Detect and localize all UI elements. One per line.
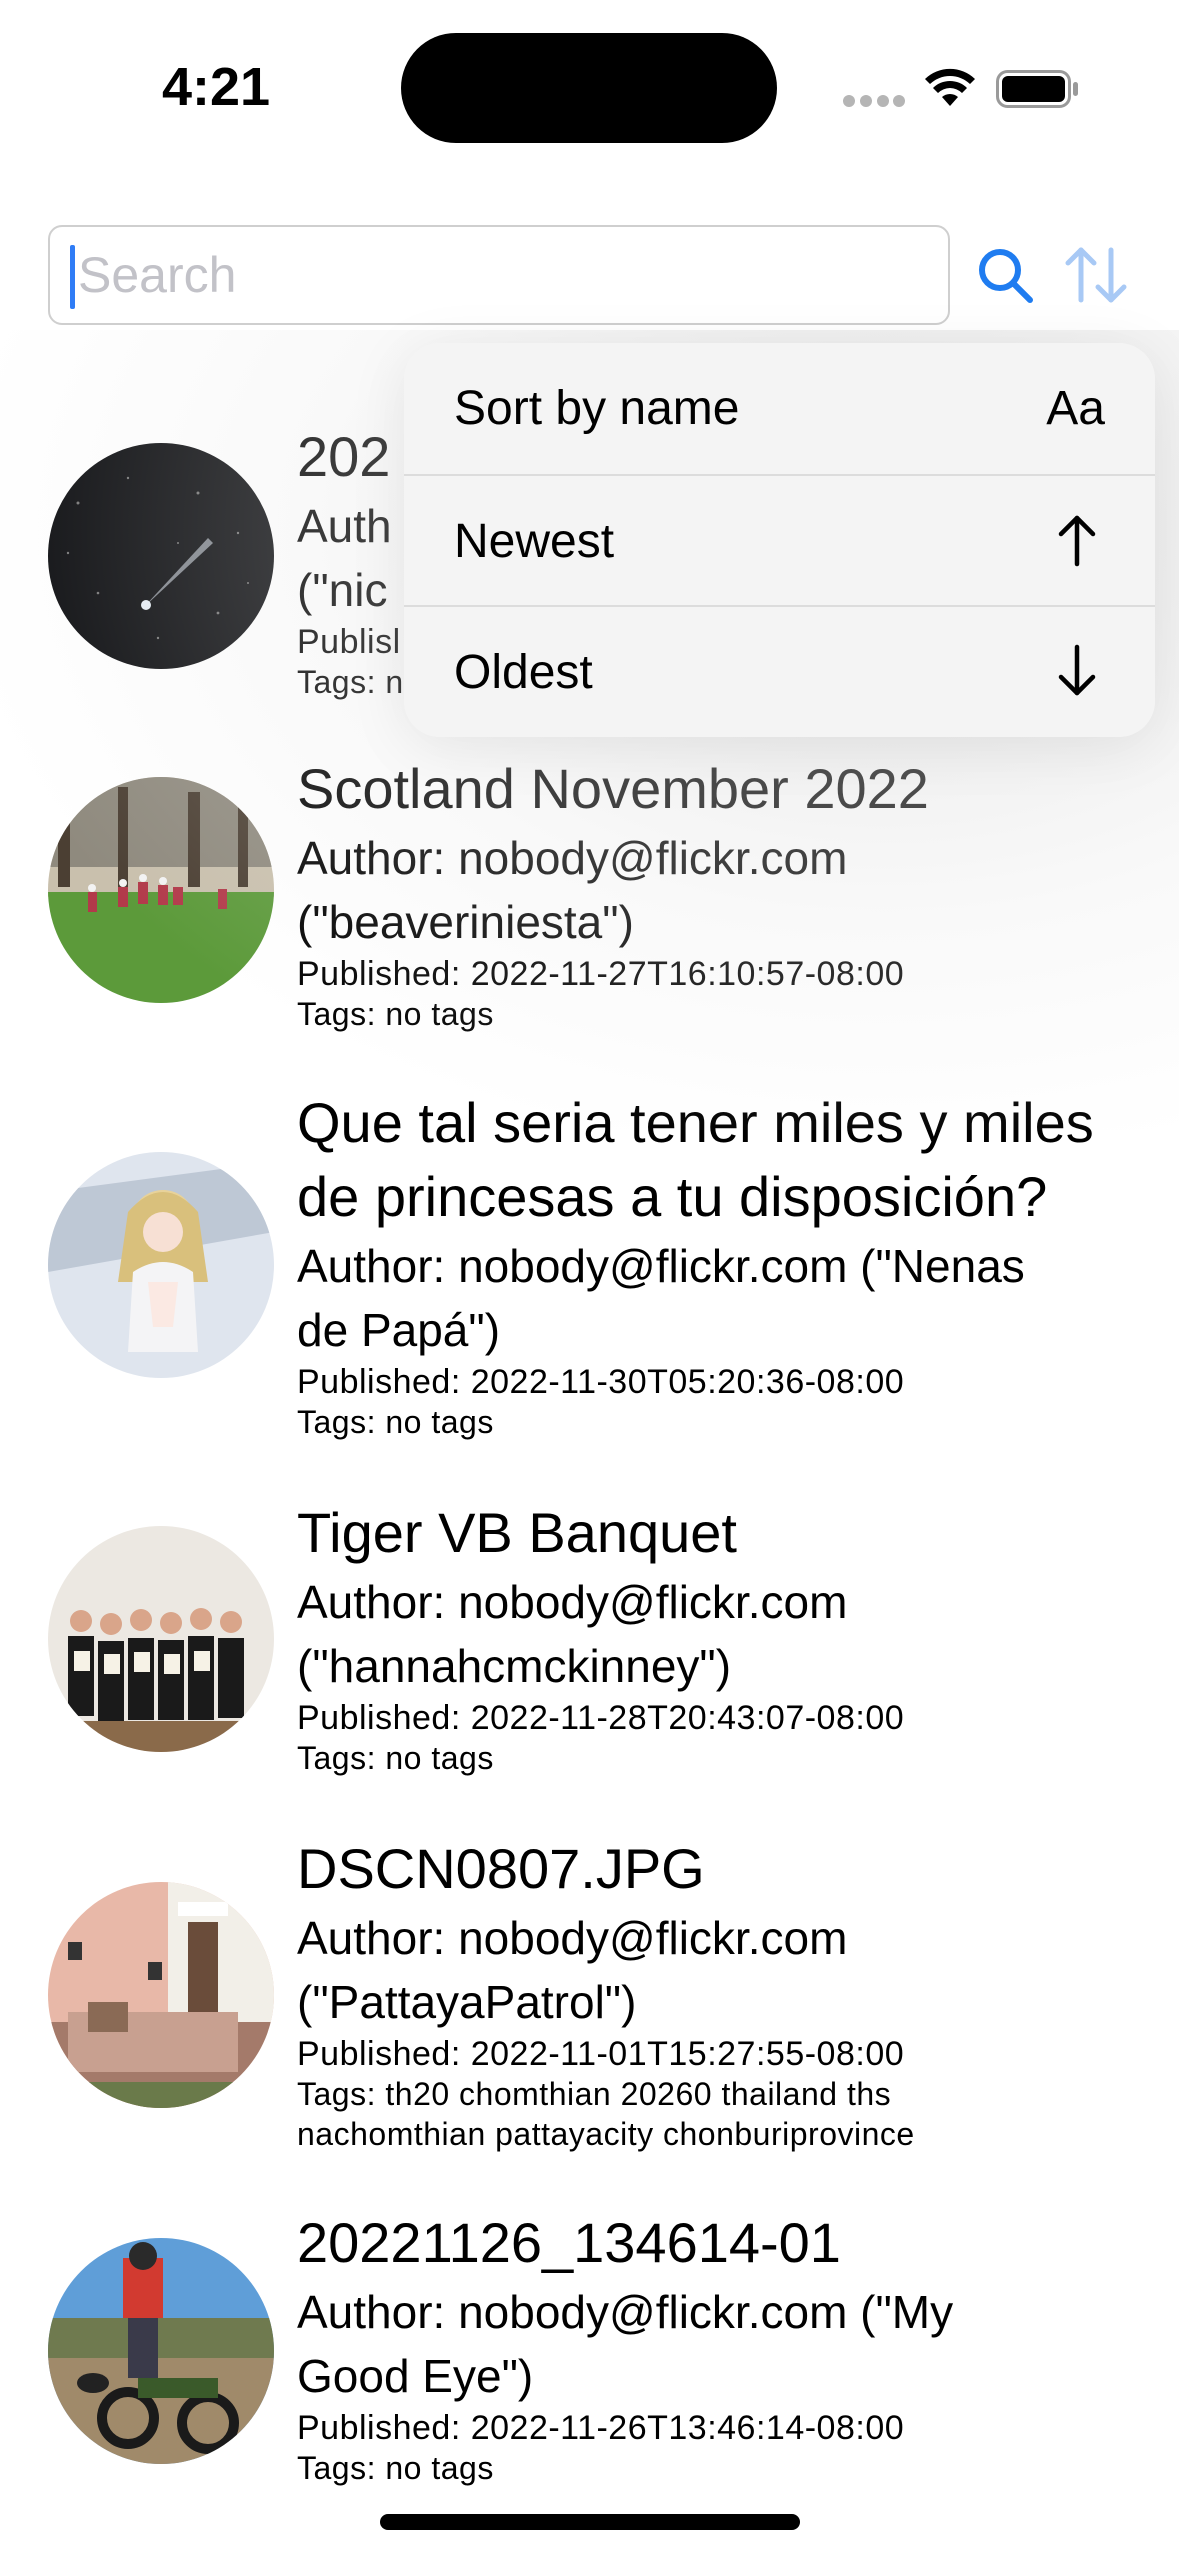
search-icon[interactable] bbox=[975, 245, 1035, 305]
item-author-continued: ("PattayaPatrol") bbox=[297, 1976, 637, 2028]
status-time: 4:21 bbox=[162, 57, 271, 117]
photo-thumbnail bbox=[48, 2238, 274, 2464]
item-tags: Tags: no tags bbox=[297, 996, 494, 1032]
item-tags: Tags: no tags bbox=[297, 1740, 494, 1776]
item-published: Published: 2022-11-27T16:10:57-08:00 bbox=[297, 955, 905, 993]
sort-oldest-label: Oldest bbox=[454, 646, 593, 699]
item-author: Author: nobody@flickr.com ("My bbox=[297, 2286, 954, 2338]
photo-thumbnail bbox=[48, 1882, 274, 2108]
cellular-signal-icon bbox=[843, 95, 905, 107]
item-published: Published: 2022-11-30T05:20:36-08:00 bbox=[297, 1363, 905, 1401]
arrow-up-icon bbox=[1058, 515, 1096, 567]
item-author-continued: ("beaveriniesta") bbox=[297, 896, 634, 948]
item-author: Author: nobody@flickr.com bbox=[297, 1912, 848, 1964]
sort-oldest-option[interactable]: Oldest bbox=[404, 605, 1155, 737]
sort-by-name-option[interactable]: Sort by name Aa bbox=[404, 343, 1155, 474]
sort-menu: Sort by name Aa Newest Oldest bbox=[404, 343, 1155, 737]
item-published: Published: 2022-11-26T13:46:14-08:00 bbox=[297, 2409, 905, 2447]
item-author: Author: nobody@flickr.com bbox=[297, 832, 848, 884]
sort-newest-option[interactable]: Newest bbox=[404, 474, 1155, 607]
sort-icon[interactable] bbox=[1063, 245, 1129, 305]
home-indicator[interactable] bbox=[380, 2514, 800, 2530]
item-tags: Tags: th20 chomthian 20260 thailand ths bbox=[297, 2076, 892, 2112]
arrow-down-icon bbox=[1058, 644, 1096, 696]
item-author: Author: nobody@flickr.com ("Nenas bbox=[297, 1240, 1025, 1292]
item-tags: Tags: no tags bbox=[297, 1404, 494, 1440]
battery-icon bbox=[996, 70, 1078, 108]
item-title: Scotland November 2022 bbox=[297, 757, 929, 820]
sort-newest-label: Newest bbox=[454, 515, 615, 568]
item-title: DSCN0807.JPG bbox=[297, 1837, 705, 1900]
item-tags-continued: nachomthian pattayacity chonburiprovince bbox=[297, 2116, 915, 2152]
item-title: Tiger VB Banquet bbox=[297, 1501, 737, 1564]
item-author-continued: Good Eye") bbox=[297, 2350, 534, 2402]
photo-thumbnail bbox=[48, 1526, 274, 1752]
item-author-continued: ("hannahcmckinney") bbox=[297, 1640, 732, 1692]
search-field[interactable] bbox=[48, 225, 950, 325]
search-input[interactable] bbox=[72, 227, 938, 323]
item-author-continued: de Papá") bbox=[297, 1304, 501, 1356]
item-tags: Tags: no tags bbox=[297, 2450, 494, 2486]
sort-by-name-icon: Aa bbox=[1046, 382, 1105, 435]
photo-thumbnail bbox=[48, 777, 274, 1003]
wifi-icon bbox=[925, 68, 975, 106]
photo-thumbnail bbox=[48, 1152, 274, 1378]
photo-thumbnail bbox=[48, 443, 274, 669]
dynamic-island bbox=[401, 33, 777, 143]
sort-by-name-label: Sort by name bbox=[454, 382, 740, 435]
item-published: Published: 2022-11-01T15:27:55-08:00 bbox=[297, 2035, 905, 2073]
item-author: Author: nobody@flickr.com bbox=[297, 1576, 848, 1628]
item-published: Published: 2022-11-28T20:43:07-08:00 bbox=[297, 1699, 905, 1737]
item-title-continued: de princesas a tu disposición? bbox=[297, 1165, 1048, 1228]
item-title: Que tal seria tener miles y miles bbox=[297, 1091, 1094, 1154]
item-title: 20221126_134614-01 bbox=[297, 2211, 841, 2274]
